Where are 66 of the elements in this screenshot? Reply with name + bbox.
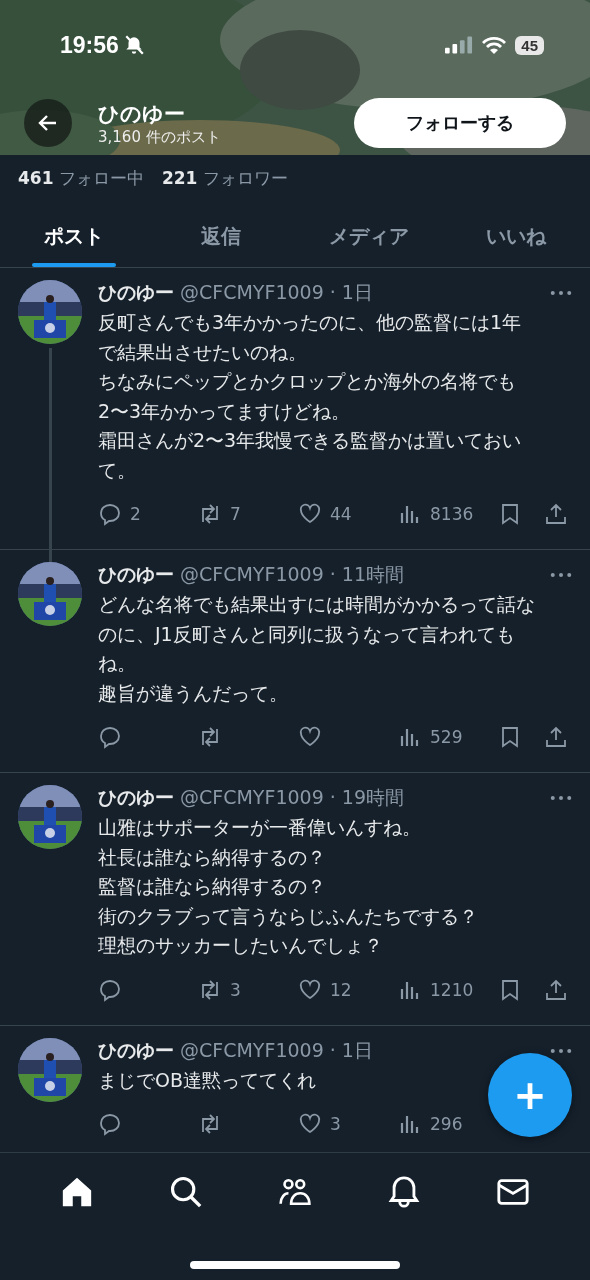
- heart-icon[interactable]: [298, 977, 322, 1002]
- post-text: 監督は誰なら納得するの？: [98, 875, 326, 897]
- post-text: 趣旨が違うんだって。: [98, 681, 288, 704]
- heart-icon[interactable]: [298, 1112, 322, 1136]
- more-icon[interactable]: [550, 1047, 572, 1054]
- search-icon[interactable]: [168, 1175, 203, 1209]
- post-text: 理想のサッカーしたいんでしょ？: [98, 934, 383, 956]
- view-count: 1210: [430, 979, 474, 1000]
- more-icon[interactable]: [550, 290, 572, 296]
- share-icon[interactable]: [544, 977, 568, 1002]
- profile-tab[interactable]: メディア: [295, 205, 443, 267]
- post-text: 反町さんでも3年かかったのに、他の監督には1年で結果出させたいのね。: [98, 311, 522, 363]
- follow-button[interactable]: フォローする: [354, 98, 566, 148]
- post-time: · 1日: [329, 280, 373, 305]
- author-name: ひのゆー: [98, 280, 174, 305]
- author-handle: @CFCMYF1009: [180, 281, 324, 303]
- view-count: 8136: [430, 504, 474, 524]
- post-text: まじでOB達黙っててくれ: [98, 1068, 316, 1091]
- post-text: ちなみにペップとかクロップとか海外の名将でも2〜3年かかってますけどね。: [98, 370, 516, 422]
- repost-count: 3: [230, 979, 241, 1000]
- reply-icon[interactable]: [98, 502, 122, 526]
- avatar[interactable]: [18, 562, 82, 626]
- bell-icon[interactable]: [387, 1175, 422, 1209]
- post-text: 社長は誰なら納得するの？: [98, 845, 326, 868]
- more-icon[interactable]: [550, 572, 572, 578]
- view-count: 296: [430, 1114, 463, 1134]
- avatar[interactable]: [18, 280, 82, 344]
- post-time: · 1日: [329, 1037, 373, 1063]
- post-text: どんな名将でも結果出すには時間がかかるって話なのに、J1反町さんと同列に扱うなって言われてもね。: [98, 593, 535, 674]
- share-icon[interactable]: [544, 725, 568, 749]
- repost-count: 7: [230, 504, 241, 524]
- follow-stat[interactable]: 221 フォロワー: [161, 167, 288, 193]
- author-handle: @CFCMYF1009: [180, 1038, 324, 1061]
- like-count: 3: [330, 1114, 341, 1134]
- post-time: · 19時間: [329, 785, 404, 810]
- author-name: ひのゆー: [98, 1037, 174, 1063]
- post-text: 山雅はサポーターが一番偉いんすね。: [98, 816, 421, 838]
- like-count: 12: [330, 979, 352, 1000]
- like-count: 44: [330, 504, 352, 524]
- clock-time: 19:56: [60, 31, 119, 59]
- author-name: ひのゆー: [98, 562, 174, 587]
- signal-icon: [445, 36, 474, 54]
- reply-count: 2: [130, 504, 141, 524]
- reply-icon[interactable]: [98, 1112, 122, 1136]
- heart-icon[interactable]: [298, 725, 322, 749]
- follow-stat[interactable]: 461 フォロー中: [18, 167, 144, 193]
- reply-icon[interactable]: [98, 725, 122, 749]
- avatar[interactable]: [18, 1037, 82, 1102]
- post-time: · 11時間: [329, 562, 404, 587]
- avatar[interactable]: [18, 785, 82, 849]
- post-count: 3,160 件のポスト: [98, 127, 222, 147]
- heart-icon[interactable]: [298, 502, 322, 526]
- profile-tab[interactable]: 返信: [147, 205, 295, 267]
- profile-name: ひのゆー: [98, 100, 186, 128]
- reply-icon[interactable]: [98, 977, 122, 1002]
- more-icon[interactable]: [550, 795, 572, 801]
- wifi-icon: [481, 35, 508, 55]
- post-text: 街のクラブって言うならじふんたちでする？: [98, 904, 478, 927]
- author-name: ひのゆー: [98, 785, 174, 810]
- post-text: 霜田さんが2〜3年我慢できる監督かは置いておいて。: [98, 429, 522, 481]
- share-icon[interactable]: [544, 502, 568, 526]
- author-handle: @CFCMYF1009: [180, 786, 324, 808]
- view-count: 529: [430, 727, 463, 747]
- profile-tab[interactable]: いいね: [442, 205, 590, 267]
- profile-tab[interactable]: ポスト: [0, 205, 148, 267]
- author-handle: @CFCMYF1009: [180, 563, 324, 585]
